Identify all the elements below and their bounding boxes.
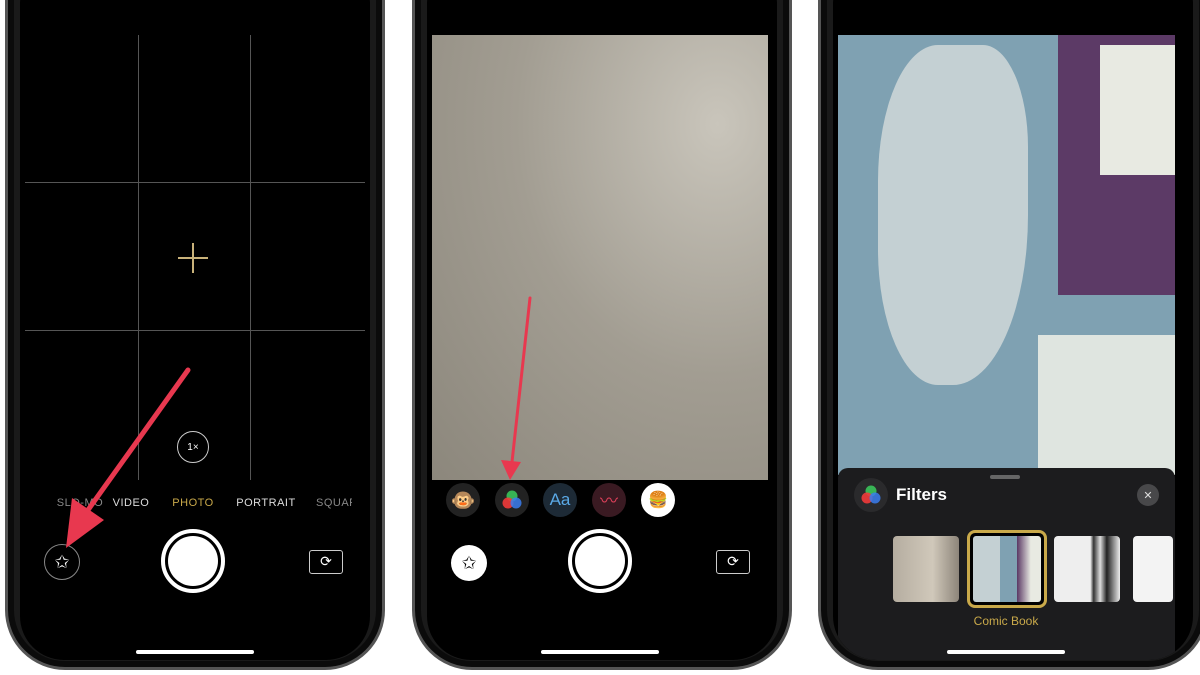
arrow-annotation-1	[66, 367, 191, 548]
arrow-annotation-2	[501, 296, 532, 480]
annotation-arrows	[66, 296, 532, 548]
